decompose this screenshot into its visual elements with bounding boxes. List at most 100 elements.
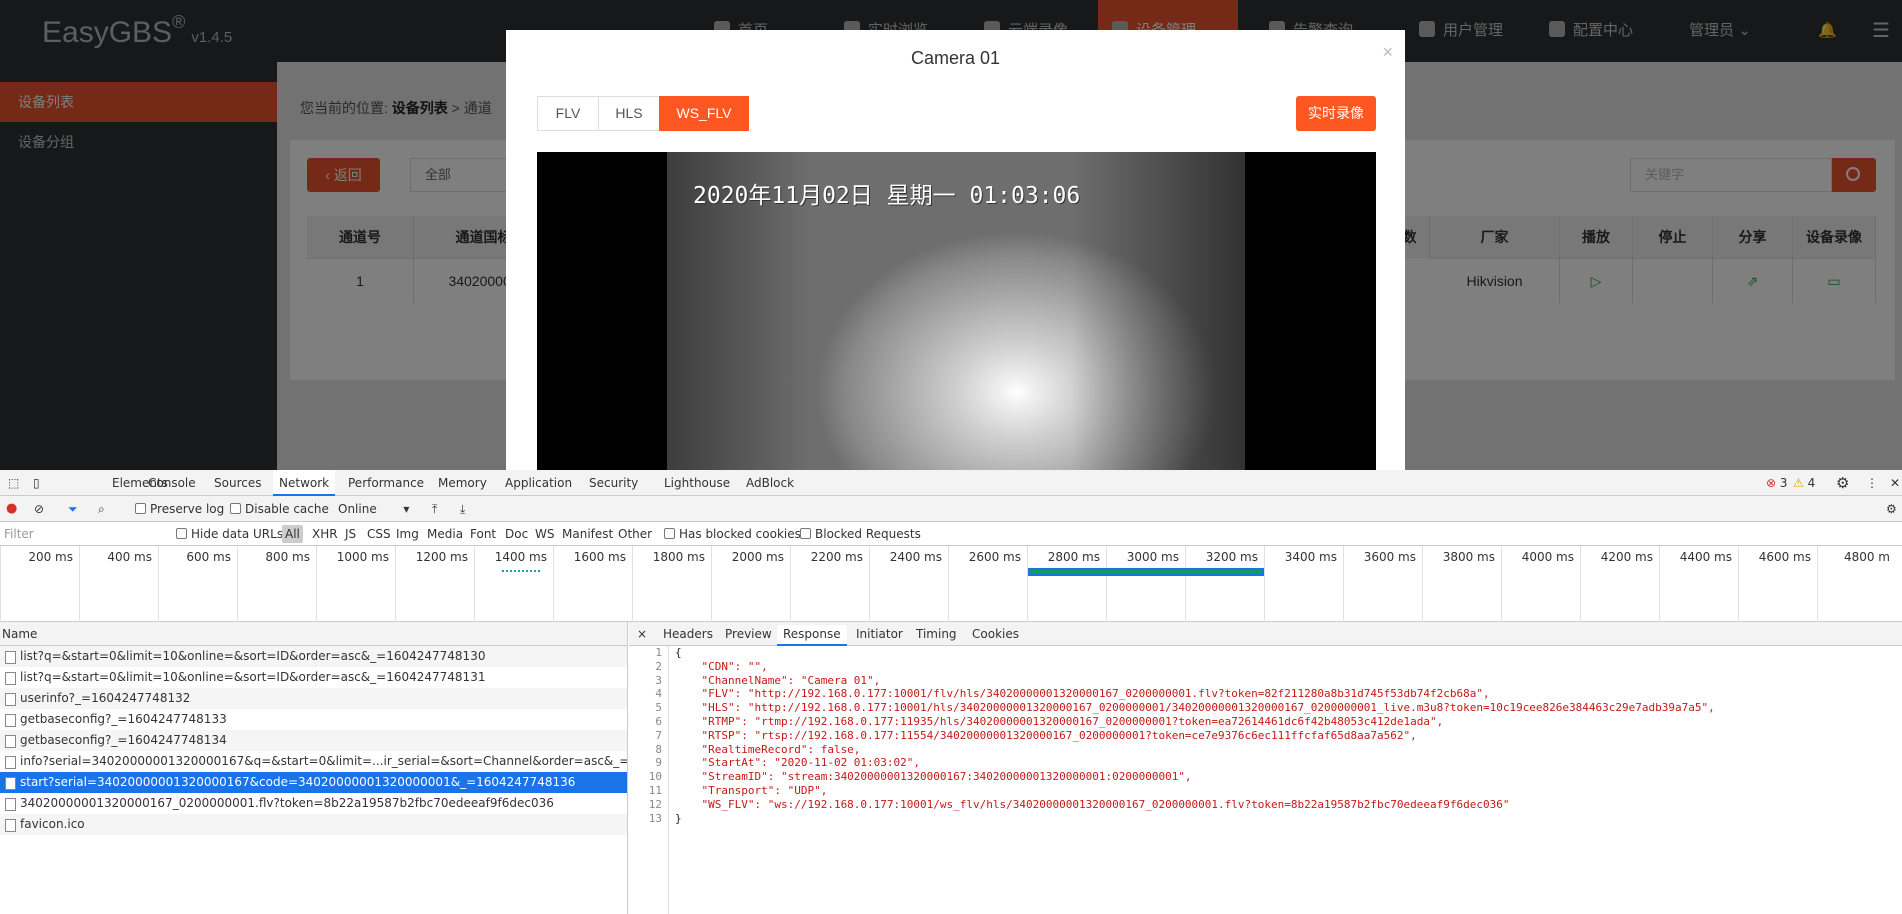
- tab-lighthouse[interactable]: Lighthouse: [664, 470, 730, 496]
- filter-bar: Filter Hide data URLs All XHR JS CSS Img…: [0, 522, 1902, 546]
- type-other[interactable]: Other: [618, 525, 652, 543]
- tab-ws-flv[interactable]: WS_FLV: [659, 96, 749, 131]
- close-devtools-icon[interactable]: ✕: [1890, 470, 1900, 496]
- timeline-tick: 3400 ms: [1264, 546, 1343, 622]
- code-line: {: [675, 646, 682, 659]
- type-js[interactable]: JS: [345, 525, 356, 543]
- export-har-icon[interactable]: ⤓: [460, 500, 465, 518]
- throttle-select[interactable]: Online ▾: [338, 500, 409, 518]
- import-har-icon[interactable]: ⤒: [432, 500, 437, 518]
- code-line: "StreamID": "stream:34020000001320000167…: [675, 770, 1192, 784]
- tab-memory[interactable]: Memory: [438, 470, 487, 496]
- tab-application[interactable]: Application: [505, 470, 572, 496]
- network-overview-timeline[interactable]: 200 ms 400 ms 600 ms 800 ms 1000 ms 1200…: [0, 546, 1902, 622]
- tab-cookies[interactable]: Cookies: [972, 625, 1019, 643]
- request-row[interactable]: info?serial=34020000001320000167&q=&star…: [0, 751, 627, 772]
- timeline-tick: 4800 m: [1817, 546, 1896, 622]
- timeline-tick: 1200 ms: [395, 546, 474, 622]
- request-list: Name list?q=&start=0&limit=10&online=&so…: [0, 622, 628, 914]
- request-row[interactable]: favicon.ico: [0, 814, 627, 835]
- device-toolbar-icon[interactable]: ▯: [33, 470, 40, 496]
- request-row-selected[interactable]: start?serial=34020000001320000167&code=3…: [0, 772, 627, 793]
- filter-input[interactable]: Filter: [4, 525, 164, 543]
- tab-adblock[interactable]: AdBlock: [746, 470, 794, 496]
- settings-icon[interactable]: ⚙: [1836, 470, 1849, 496]
- tab-initiator[interactable]: Initiator: [856, 625, 903, 643]
- inspect-icon[interactable]: ⬚: [8, 470, 19, 496]
- code-line: "FLV": "http://192.168.0.177:10001/flv/h…: [675, 687, 1490, 701]
- tab-network[interactable]: Network: [273, 470, 336, 496]
- tab-security[interactable]: Security: [589, 470, 638, 496]
- error-count[interactable]: ⊗ 3: [1766, 470, 1788, 496]
- close-detail-icon[interactable]: ×: [637, 625, 647, 643]
- timeline-tick: 2000 ms: [711, 546, 790, 622]
- blocked-requests-checkbox[interactable]: Blocked Requests: [800, 525, 921, 543]
- type-manifest[interactable]: Manifest: [562, 525, 613, 543]
- clear-icon[interactable]: ⊘: [34, 500, 44, 518]
- tab-flv[interactable]: FLV: [537, 96, 599, 131]
- realtime-record-button[interactable]: 实时录像: [1296, 96, 1376, 131]
- type-media[interactable]: Media: [427, 525, 463, 543]
- timeline-tick: 3000 ms: [1106, 546, 1185, 622]
- column-header-name[interactable]: Name: [0, 622, 627, 646]
- tab-performance[interactable]: Performance: [348, 470, 424, 496]
- tab-hls[interactable]: HLS: [598, 96, 660, 131]
- timeline-tick: 1000 ms: [316, 546, 395, 622]
- request-row[interactable]: getbaseconfig?_=1604247748133: [0, 709, 627, 730]
- code-line: "CDN": "",: [675, 659, 768, 673]
- video-player[interactable]: 2020年11月02日 星期一 01:03:06: [537, 152, 1376, 470]
- warning-count[interactable]: ⚠ 4: [1793, 470, 1815, 496]
- code-line: "RTSP": "rtsp://192.168.0.177:11554/3402…: [675, 728, 1417, 742]
- timeline-tick: 800 ms: [237, 546, 316, 622]
- response-body[interactable]: 1 2 3 4 5 6 7 8 9 10 11 12 13 { "CDN": "", "ChannelN…: [629, 646, 1902, 914]
- tab-console[interactable]: Console: [148, 470, 196, 496]
- response-code: { "CDN": "", "ChannelName": "Camera 01",…: [675, 646, 1715, 825]
- timeline-tick: 2600 ms: [948, 546, 1027, 622]
- type-img[interactable]: Img: [396, 525, 419, 543]
- devtools-panel: ⬚ ▯ Elements Console Sources Network Per…: [0, 470, 1902, 914]
- request-row[interactable]: list?q=&start=0&limit=10&online=&sort=ID…: [0, 646, 627, 667]
- type-css[interactable]: CSS: [367, 525, 391, 543]
- disable-cache-checkbox[interactable]: Disable cache: [230, 500, 329, 518]
- more-icon[interactable]: ⋮: [1866, 470, 1878, 496]
- record-icon[interactable]: ●: [6, 500, 17, 518]
- tab-timing[interactable]: Timing: [916, 625, 957, 643]
- code-line: "WS_FLV": "ws://192.168.0.177:10001/ws_f…: [675, 797, 1510, 811]
- tab-headers[interactable]: Headers: [663, 625, 713, 643]
- timeline-tick: 600 ms: [158, 546, 237, 622]
- tab-preview[interactable]: Preview: [725, 625, 772, 643]
- preserve-log-checkbox[interactable]: Preserve log: [135, 500, 224, 518]
- line-gutter: 1 2 3 4 5 6 7 8 9 10 11 12 13: [629, 646, 669, 914]
- request-row[interactable]: 34020000001320000167_0200000001.flv?toke…: [0, 793, 627, 814]
- timeline-tick: 4400 ms: [1659, 546, 1738, 622]
- timeline-tick: 1800 ms: [632, 546, 711, 622]
- hide-data-urls-checkbox[interactable]: Hide data URLs: [176, 525, 283, 543]
- timeline-tick: 1400 ms: [474, 546, 553, 622]
- code-line: "ChannelName": "Camera 01",: [675, 673, 881, 687]
- request-row[interactable]: userinfo?_=1604247748132: [0, 688, 627, 709]
- type-ws[interactable]: WS: [535, 525, 554, 543]
- type-font[interactable]: Font: [470, 525, 496, 543]
- timeline-tick: 4200 ms: [1580, 546, 1659, 622]
- request-row[interactable]: list?q=&start=0&limit=10&online=&sort=ID…: [0, 667, 627, 688]
- has-blocked-cookies-checkbox[interactable]: Has blocked cookies: [664, 525, 801, 543]
- timeline-tick: 200 ms: [0, 546, 79, 622]
- type-doc[interactable]: Doc: [505, 525, 528, 543]
- type-xhr[interactable]: XHR: [312, 525, 338, 543]
- search-icon[interactable]: ⌕: [98, 500, 105, 518]
- request-rows: list?q=&start=0&limit=10&online=&sort=ID…: [0, 646, 627, 835]
- timeline-tick: 1600 ms: [553, 546, 632, 622]
- timeline-request-bar: [1028, 568, 1264, 576]
- type-all[interactable]: All: [282, 525, 303, 543]
- tab-sources[interactable]: Sources: [214, 470, 261, 496]
- tab-response[interactable]: Response: [777, 625, 847, 646]
- filter-icon[interactable]: ⏷: [68, 500, 78, 518]
- request-row[interactable]: getbaseconfig?_=1604247748134: [0, 730, 627, 751]
- network-settings-icon[interactable]: ⚙: [1886, 500, 1897, 518]
- camera-modal: Camera 01 × FLV HLS WS_FLV 实时录像 2020年11月…: [506, 30, 1405, 470]
- close-icon[interactable]: ×: [1382, 42, 1393, 63]
- timeline-request-dots: [502, 570, 540, 572]
- timeline-tick: 3600 ms: [1343, 546, 1422, 622]
- timeline-tick: 4000 ms: [1501, 546, 1580, 622]
- timeline-tick: 2200 ms: [790, 546, 869, 622]
